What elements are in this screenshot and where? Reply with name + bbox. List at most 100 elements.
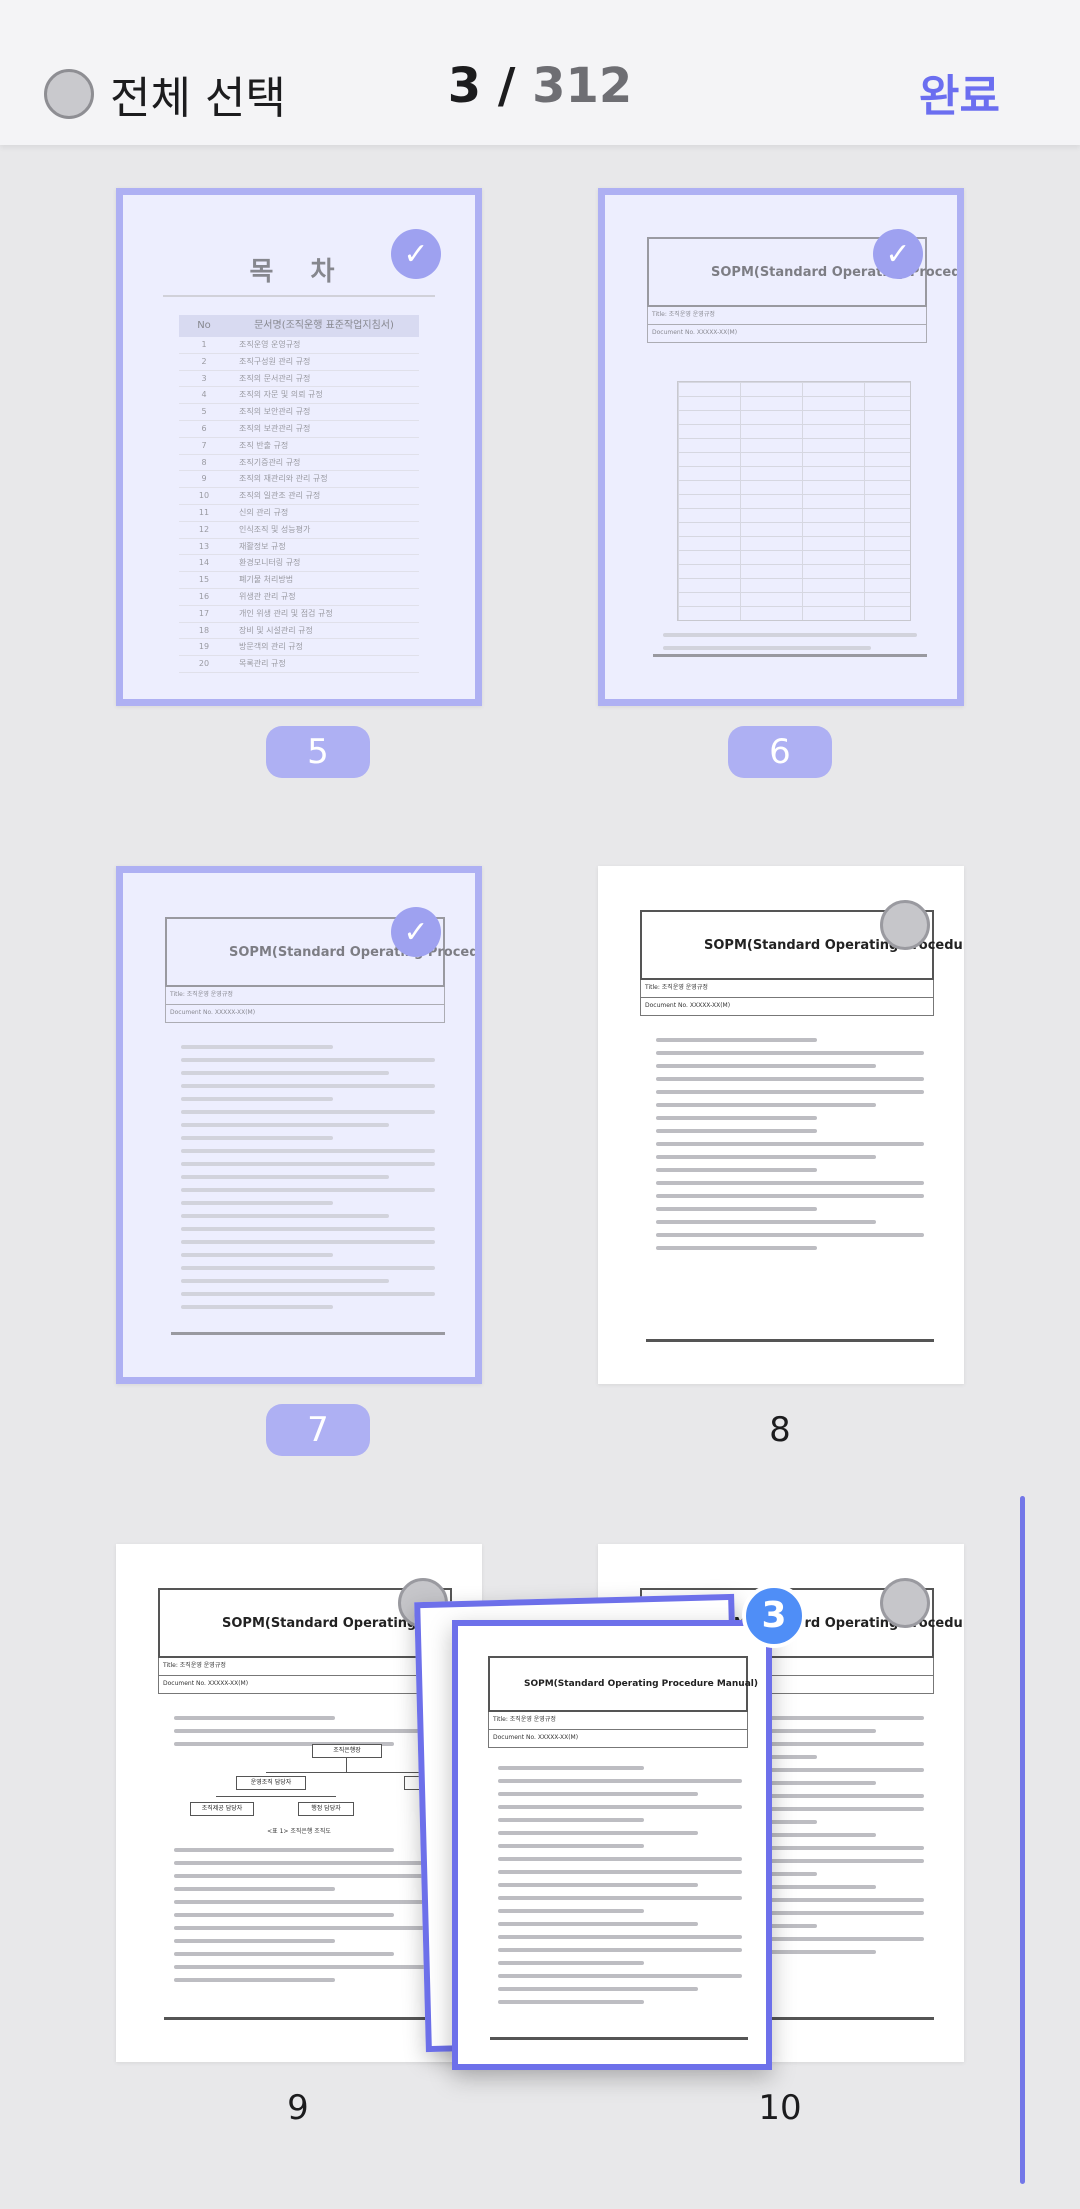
selected-count: 3	[447, 58, 482, 114]
toc-row-no: 7	[201, 440, 207, 450]
toc-row-name: 재활정보 규정	[239, 541, 286, 551]
toc-row-name: 목록관리 규정	[239, 659, 286, 669]
page-number-badge: 5	[266, 726, 370, 778]
drag-count-badge: 3	[742, 1584, 806, 1648]
toc-row-no: 2	[201, 356, 207, 366]
page-number-label: 9	[287, 2088, 309, 2128]
page-number-label: 10	[758, 2088, 802, 2128]
toc-row-no: 17	[198, 608, 210, 618]
toc-row-no: 20	[198, 659, 210, 669]
document-title: SOPM(Standard Operating Procedure Manual…	[524, 1679, 758, 1689]
checkmark-icon[interactable]: ✓	[873, 229, 923, 279]
toc-row-no: 8	[201, 457, 207, 467]
unselected-circle-icon[interactable]	[880, 900, 930, 950]
toc-row-no: 14	[198, 558, 210, 568]
org-chart-node: 조직은행장	[312, 1744, 382, 1758]
toc-row-name: 방문객의 관리 규정	[239, 642, 303, 652]
toc-row-no: 6	[201, 423, 207, 433]
toc-row: 2 조직구성원 관리 규정	[179, 354, 419, 371]
title-row: Title: 조직운영 운영규정	[647, 307, 927, 325]
body-text	[174, 1848, 442, 1991]
toc-row: 7 조직 반출 규정	[179, 438, 419, 455]
selection-counter: 3 / 312	[0, 58, 1080, 114]
title-row: Title: 조직운영 운영규정	[165, 987, 445, 1005]
done-button[interactable]: 완료	[919, 60, 1000, 124]
page-thumbnail-5[interactable]: 목 차 No 문서명(조직운행 표준작업지침서) 1 조직운영 운영규정 2 조직구성…	[116, 188, 482, 706]
toc-row: 16 위생관 관리 규정	[179, 589, 419, 606]
toc-row-name: 장비 및 시설관리 규정	[239, 625, 313, 635]
toc-row: 1 조직운영 운영규정	[179, 337, 419, 354]
toc-row: 15 폐기물 처리방법	[179, 572, 419, 589]
doc-no-row: Document No. XXXXX-XX(M)	[488, 1730, 748, 1748]
revision-table	[677, 381, 911, 621]
toc-row-name: 폐기물 처리방법	[239, 575, 294, 585]
toc-row-name: 조직기증관리 규정	[239, 457, 301, 467]
toc-row-no: 13	[198, 541, 210, 551]
org-chart-line	[266, 1772, 436, 1773]
toc-row-no: 10	[198, 491, 210, 501]
body-text	[498, 1766, 742, 2013]
toc-row-no: 11	[198, 507, 210, 517]
doc-no-row: Document No. XXXXX-XX(M)	[165, 1005, 445, 1023]
toc-row-name: 조직의 보관관리 규정	[239, 423, 311, 433]
toc-row-no: 4	[201, 390, 207, 400]
toc-row-name: 위생관 관리 규정	[239, 591, 296, 601]
toc-row-no: 9	[201, 474, 207, 484]
toc-row-no: 15	[198, 575, 210, 585]
document-title: SOPM(Standard Operating Procedure Manual…	[711, 264, 961, 280]
page-footer	[490, 2037, 748, 2040]
toc-row-no: 5	[201, 407, 207, 417]
toc-row: 10 조직의 일관조 관리 규정	[179, 488, 419, 505]
org-chart-node: 운영조직 담당자	[236, 1776, 306, 1790]
body-text	[656, 1038, 924, 1259]
checkmark-icon[interactable]: ✓	[391, 229, 441, 279]
page-thumbnail-7[interactable]: SOPM(Standard Operating Procedure Manual…	[116, 866, 482, 1384]
page-footer	[171, 1332, 445, 1335]
toc-row: 11 신의 관리 규정	[179, 505, 419, 522]
org-chart-node: 조직제공 담당자	[190, 1802, 254, 1816]
unselected-circle-icon[interactable]	[880, 1578, 930, 1628]
counter-separator: /	[481, 58, 533, 114]
toc-row: 13 재활정보 규정	[179, 539, 419, 556]
page-number-badge: 7	[266, 1404, 370, 1456]
toc-row-no: 18	[198, 625, 210, 635]
divider	[163, 295, 435, 297]
toc-row: 17 개인 위생 관리 및 점검 규정	[179, 606, 419, 623]
page-footer	[164, 2017, 452, 2020]
doc-no-row: Document No. XXXXX-XX(M)	[647, 325, 927, 343]
toc-header-row: No 문서명(조직운행 표준작업지침서)	[179, 315, 419, 337]
page-footer	[646, 1339, 934, 1342]
toc-row: 18 장비 및 시설관리 규정	[179, 623, 419, 640]
title-row: Title: 조직운영 운영규정	[640, 980, 934, 998]
toc-row-name: 신의 관리 규정	[239, 507, 289, 517]
page-thumbnail-6[interactable]: SOPM(Standard Operating Procedure Manual…	[598, 188, 964, 706]
toc-row-name: 조직의 재관리와 관리 규정	[239, 474, 328, 484]
body-text	[174, 1716, 442, 1755]
toc-row: 3 조직의 문서관리 규정	[179, 371, 419, 388]
toc-row: 6 조직의 보관관리 규정	[179, 421, 419, 438]
toc-row: 19 방문객의 관리 규정	[179, 639, 419, 657]
toc-row-name: 조직운영 운영규정	[239, 340, 301, 349]
toc-col-no: No	[197, 320, 211, 331]
page-thumbnail-8[interactable]: SOPM(Standard Operating Procedure Manual…	[598, 866, 964, 1384]
org-chart-node: 행정 담당자	[298, 1802, 354, 1816]
toc-row-no: 1	[201, 340, 207, 349]
toc-row-name: 조직 반출 규정	[239, 440, 289, 450]
org-chart-line	[216, 1796, 336, 1797]
drag-stack[interactable]: SOPM(Standard Operating Procedure Manual…	[414, 1584, 806, 2078]
page-number-badge: 6	[728, 726, 832, 778]
scrollbar[interactable]	[1020, 1496, 1025, 2184]
checkmark-icon[interactable]: ✓	[391, 907, 441, 957]
toc-row-name: 조직의 자문 및 의뢰 규정	[239, 390, 323, 400]
doc-no-row: Document No. XXXXX-XX(M)	[158, 1676, 452, 1694]
document-header: SOPM(Standard Operating Procedure Manual…	[488, 1656, 758, 1712]
toc-row-name: 조직의 문서관리 규정	[239, 373, 311, 383]
toc-row: 8 조직기증관리 규정	[179, 455, 419, 472]
page-number-label: 8	[769, 1410, 791, 1450]
toc-row-name: 조직구성원 관리 규정	[239, 356, 311, 366]
toc-col-name: 문서명(조직운행 표준작업지침서)	[254, 320, 394, 331]
toc-row-name: 환경모니터링 규정	[239, 558, 301, 568]
page-footer	[653, 654, 927, 657]
body-text	[181, 1045, 435, 1318]
toc-row: 5 조직의 보안관리 규정	[179, 404, 419, 421]
